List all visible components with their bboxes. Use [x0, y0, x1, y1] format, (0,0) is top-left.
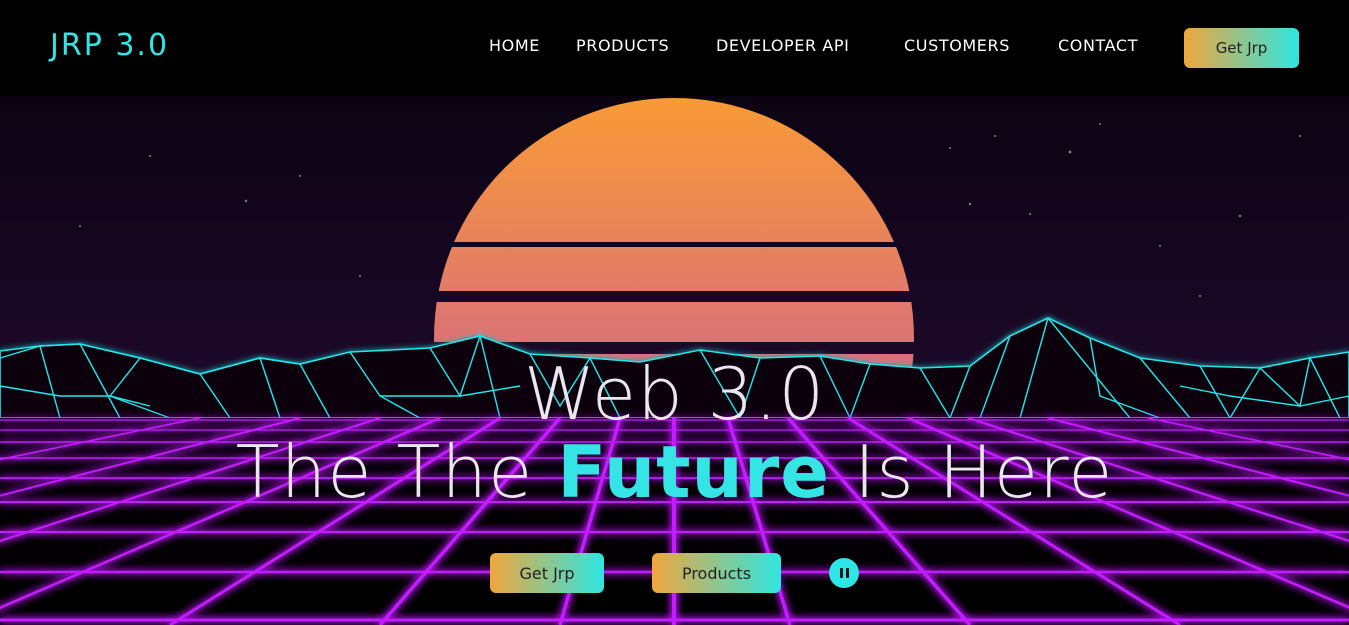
pause-icon[interactable] — [829, 558, 859, 588]
hero-title-suffix: Is Here — [830, 430, 1114, 514]
products-hero-button[interactable]: Products — [652, 553, 781, 593]
nav-customers-link[interactable]: CUSTOMERS — [904, 36, 1010, 55]
hero-title-line1: Web 3.0 — [523, 352, 826, 436]
nav-products-link[interactable]: PRODUCTS — [576, 36, 669, 55]
pause-bar-left — [839, 568, 843, 578]
nav-developer-api-link[interactable]: DEVELOPER API — [716, 36, 850, 55]
hero-title-prefix: The The — [235, 430, 558, 514]
nav-home-link[interactable]: HOME — [489, 36, 540, 55]
nav-contact-link[interactable]: CONTACT — [1058, 36, 1138, 55]
hero-title-line2: The The Future Is Here — [0, 436, 1349, 508]
hero-title-accent: Future — [557, 430, 831, 514]
pause-bar-right — [845, 568, 849, 578]
get-jrp-nav-button[interactable]: Get Jrp — [1184, 28, 1299, 68]
main-menu: HOME PRODUCTS DEVELOPER API CUSTOMERS CO… — [0, 36, 1349, 60]
hero-section: Web 3.0 The The Future Is Here Get Jrp P… — [0, 96, 1349, 625]
get-jrp-hero-button[interactable]: Get Jrp — [490, 553, 604, 593]
top-navigation: JRP 3.0 HOME PRODUCTS DEVELOPER API CUST… — [0, 0, 1349, 96]
